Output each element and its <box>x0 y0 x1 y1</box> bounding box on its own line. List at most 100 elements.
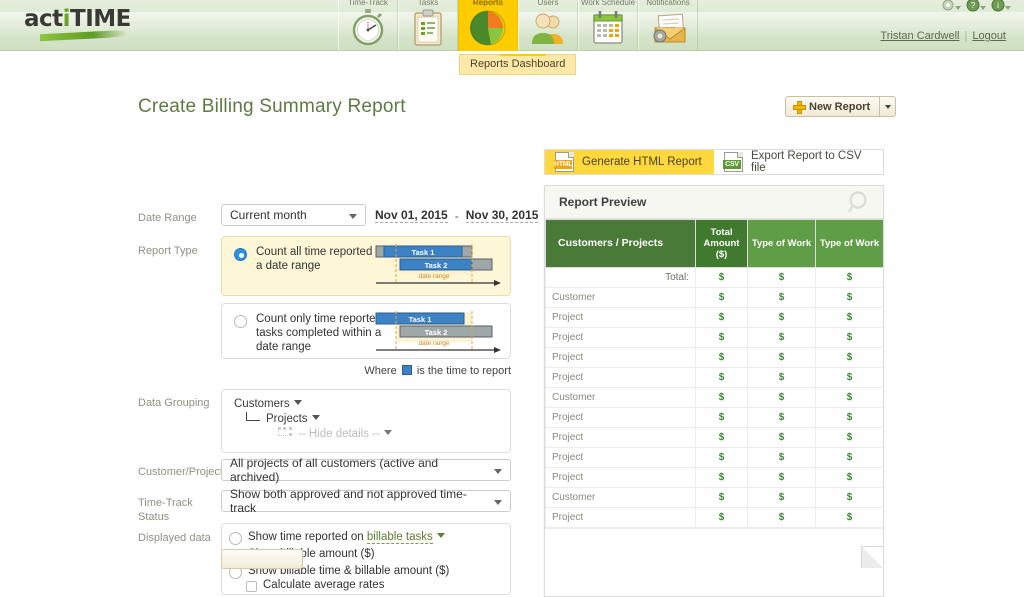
report-type-option-1[interactable]: Count all time reported within a date ra… <box>221 236 511 296</box>
chevron-down-icon[interactable] <box>311 415 320 420</box>
cell-amount: $ <box>815 487 883 508</box>
cell-amount: $ <box>747 347 816 368</box>
legend-prefix: Where <box>364 365 397 377</box>
row-label-customer: Customer <box>545 387 696 408</box>
csv-file-icon: CSV <box>723 152 743 172</box>
time-track-status-select[interactable]: Show both approved and not approved time… <box>221 487 511 515</box>
displayed-data-option-1[interactable]: Show time reported on billable tasks <box>248 531 445 544</box>
grouping-level-3-label: -- Hide details -- <box>298 428 380 440</box>
date-range-select[interactable]: Current month <box>221 204 366 226</box>
page-title: Create Billing Summary Report <box>138 96 406 117</box>
separator: | <box>964 30 968 42</box>
nav-item-time-track[interactable]: Time-Track <box>338 0 398 51</box>
info-icon[interactable]: i <box>990 0 1011 14</box>
users-icon <box>532 13 563 44</box>
table-row: Project $ $ $ <box>545 427 883 448</box>
new-report-label: New Report <box>809 100 871 113</box>
displayed-data-radio-1[interactable] <box>229 532 242 545</box>
column-header-total-amount[interactable]: Total Amount ($) <box>695 219 748 268</box>
cell-amount: $ <box>815 407 883 428</box>
legend-suffix: is the time to report <box>416 365 511 377</box>
row-label-project: Project <box>545 407 696 428</box>
cell-amount: $ <box>695 467 748 488</box>
chevron-down-icon[interactable] <box>383 430 392 435</box>
calculate-average-rates-checkbox[interactable] <box>246 581 257 592</box>
export-csv-label: Export Report to CSV file <box>751 150 862 174</box>
nav-item-reports[interactable]: Reports <box>458 0 518 51</box>
cell-amount: $ <box>695 327 748 348</box>
user-name-link[interactable]: Tristan Cardwell <box>880 30 959 42</box>
column-header-type-of-work-2[interactable]: Type of Work <box>815 219 883 268</box>
column-header-customers-projects[interactable]: Customers / Projects <box>545 219 696 268</box>
cell-amount: $ <box>747 427 816 448</box>
date-to[interactable]: Nov 30, 2015 <box>465 208 539 223</box>
chevron-down-icon <box>884 104 891 109</box>
row-label-project: Project <box>545 447 696 468</box>
billable-tasks-link[interactable]: billable tasks <box>366 531 433 544</box>
grouping-level-3[interactable]: -- Hide details -- <box>298 428 392 440</box>
calculate-average-rates-row[interactable]: Calculate average rates <box>263 579 384 591</box>
row-label-project: Project <box>545 507 696 528</box>
nav-item-users[interactable]: Users <box>518 0 578 51</box>
nav-item-work-schedule[interactable]: Work Schedule <box>578 0 638 51</box>
table-body: Total: $ $ $ Customer $ $ $ Project $ $ $ Project $ $ $… <box>545 267 883 528</box>
generate-html-report-button[interactable]: HTML Generate HTML Report <box>545 150 714 174</box>
report-type-option-2[interactable]: Count only time reported for tasks compl… <box>221 303 511 359</box>
cell-amount: $ <box>747 447 816 468</box>
customer-project-select[interactable]: All projects of all customers (active an… <box>221 456 511 484</box>
customer-project-label: Customer/Project <box>138 466 223 478</box>
nav-label: Notifications <box>646 0 690 6</box>
report-type-legend: Where is the time to report <box>221 365 511 377</box>
row-label-project: Project <box>545 427 696 448</box>
grouping-level-2[interactable]: Projects <box>266 413 320 425</box>
nav-item-tasks[interactable]: Tasks <box>398 0 458 51</box>
cell-amount: $ <box>815 507 883 528</box>
cell-amount: $ <box>695 307 748 328</box>
cell-amount: $ <box>747 307 816 328</box>
export-csv-button[interactable]: CSV Export Report to CSV file <box>714 150 883 174</box>
row-label-project: Project <box>545 327 696 348</box>
row-label-customer: Customer <box>545 487 696 508</box>
cell-amount: $ <box>747 327 816 348</box>
cell-amount: $ <box>695 507 748 528</box>
secondary-action-button[interactable] <box>221 549 303 569</box>
report-type-radio-2[interactable] <box>234 315 247 328</box>
cell-amount: $ <box>747 467 816 488</box>
cell-amount: $ <box>695 387 748 408</box>
nav-item-notifications[interactable]: Notifications <box>638 0 698 51</box>
chevron-down-icon[interactable] <box>436 533 445 538</box>
clipboard-icon <box>414 9 442 46</box>
new-report-dropdown-toggle[interactable] <box>879 96 897 117</box>
row-label-total: Total: <box>545 267 696 288</box>
displayed-data-text-1: Show time reported on <box>248 531 364 543</box>
help-icon[interactable]: ? <box>965 0 986 14</box>
generate-html-report-label: Generate HTML Report <box>582 156 702 168</box>
report-preview-table: Customers / Projects Total Amount ($) Ty… <box>545 219 883 528</box>
html-file-icon: HTML <box>554 152 574 172</box>
gear-icon[interactable] <box>940 0 961 14</box>
nav-label: Tasks <box>417 0 439 6</box>
chevron-down-icon <box>349 214 357 219</box>
grouping-level-1[interactable]: Customers <box>234 398 302 410</box>
table-row: Project $ $ $ <box>545 307 883 328</box>
row-label-project: Project <box>545 367 696 388</box>
cell-amount: $ <box>815 307 883 328</box>
cell-amount: $ <box>815 427 883 448</box>
time-track-status-value: Show both approved and not approved time… <box>230 487 467 515</box>
cell-amount: $ <box>815 447 883 468</box>
actitime-logo[interactable]: actiTIME <box>24 6 144 46</box>
row-label-project: Project <box>545 307 696 328</box>
chevron-down-icon[interactable] <box>293 400 302 405</box>
report-preview-header: Report Preview <box>545 186 883 219</box>
tree-elbow-2 <box>278 427 292 436</box>
report-type-radio-1[interactable] <box>234 248 247 261</box>
date-from[interactable]: Nov 01, 2015 <box>375 208 448 223</box>
new-report-button[interactable]: New Report <box>785 96 880 117</box>
logout-link[interactable]: Logout <box>972 30 1006 42</box>
data-grouping-label: Data Grouping <box>138 397 210 409</box>
search-icon <box>848 191 867 213</box>
date-range-value: Current month <box>230 208 307 222</box>
table-row: Customer $ $ $ <box>545 287 883 308</box>
column-header-type-of-work-1[interactable]: Type of Work <box>747 219 816 268</box>
row-label-customer: Customer <box>545 287 696 308</box>
